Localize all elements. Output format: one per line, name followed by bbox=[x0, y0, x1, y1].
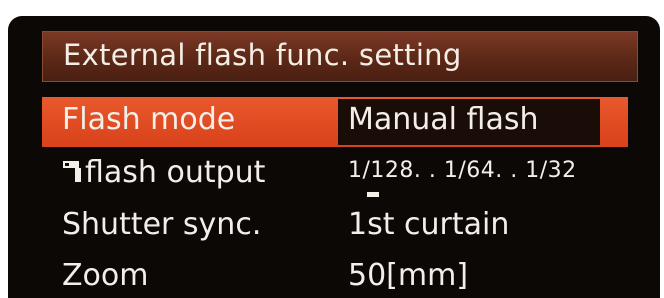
menu-title-bar: External flash func. setting bbox=[42, 31, 638, 82]
menu-item-flash-output[interactable]: flash output 1/128. . 1/64. . 1/32 bbox=[42, 150, 612, 200]
menu-item-shutter-sync[interactable]: Shutter sync. 1st curtain bbox=[42, 202, 612, 252]
flash-output-scale: 1/128. . 1/64. . 1/32 bbox=[348, 158, 577, 183]
menu-item-label: Flash mode bbox=[62, 102, 236, 137]
menu-item-label-wrap: flash output bbox=[62, 155, 265, 190]
menu-item-flash-mode[interactable]: Flash mode Manual flash bbox=[42, 97, 628, 147]
menu-item-value: Manual flash bbox=[348, 102, 539, 137]
menu-item-zoom[interactable]: Zoom 50[mm] bbox=[42, 253, 612, 298]
menu-item-label: flash output bbox=[85, 155, 266, 190]
flash-exposure-icon bbox=[63, 161, 81, 182]
menu-title: External flash func. setting bbox=[63, 38, 462, 72]
menu-item-value: 50[mm] bbox=[348, 258, 469, 293]
flash-output-cursor bbox=[367, 192, 379, 197]
menu-item-label: Zoom bbox=[62, 258, 149, 293]
menu-item-label: Shutter sync. bbox=[62, 207, 262, 242]
camera-lcd-screen: External flash func. setting Flash mode … bbox=[0, 0, 664, 298]
menu-item-value: 1st curtain bbox=[348, 207, 510, 242]
